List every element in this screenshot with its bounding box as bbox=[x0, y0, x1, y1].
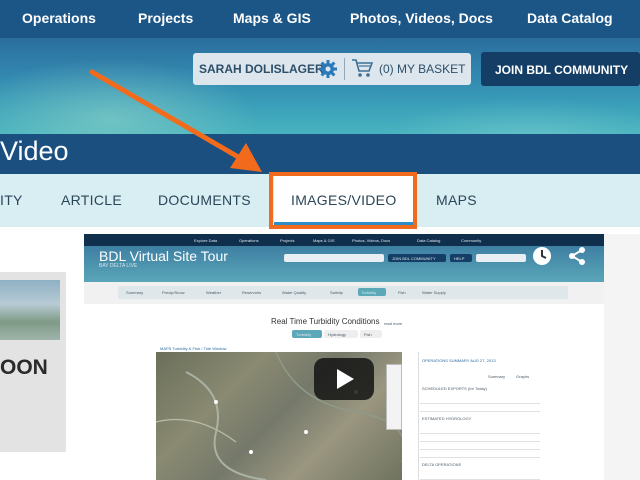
nav-item-photos-videos-docs[interactable]: Photos, Videos, Docs bbox=[350, 10, 493, 26]
tab-documents[interactable]: DOCUMENTS bbox=[158, 192, 251, 208]
video-inner-nav-item: Maps & GIS bbox=[313, 238, 335, 243]
annotation-highlight-box bbox=[269, 172, 417, 229]
video-inner-nav bbox=[84, 234, 604, 246]
play-icon[interactable] bbox=[337, 369, 354, 389]
tab-activity[interactable]: ITY bbox=[0, 192, 23, 208]
video-subtitle: BAY DELTA LIVE bbox=[99, 263, 138, 269]
video-inner-tab: Summary bbox=[126, 290, 144, 295]
video-chart-note: read more bbox=[384, 321, 403, 326]
tab-article[interactable]: ARTICLE bbox=[61, 192, 122, 208]
basket-link[interactable]: (0) MY BASKET bbox=[379, 62, 465, 76]
video-inner-join-label: JOIN BDL COMMUNITY bbox=[392, 256, 436, 261]
video-inner-search bbox=[476, 254, 526, 262]
nav-item-maps-gis[interactable]: Maps & GIS bbox=[233, 10, 311, 26]
video-inner-nav-item: Projects bbox=[280, 238, 295, 243]
video-inner-tab: Weather bbox=[206, 290, 222, 295]
video-inner-nav-item: Explore Data bbox=[194, 238, 218, 243]
page-title: Video bbox=[0, 136, 69, 166]
shopping-cart-icon[interactable] bbox=[351, 58, 373, 78]
video-inner-nav-item: Photos, Videos, Docs bbox=[352, 238, 391, 243]
video-inner-tab: Precip/Snow bbox=[162, 290, 185, 295]
video-subtab: Fish bbox=[364, 332, 372, 337]
video-inner-tab: Turbidity bbox=[361, 290, 377, 295]
share-icon[interactable] bbox=[568, 246, 586, 266]
video-panel-tab: Graphs bbox=[516, 374, 530, 379]
video-inner-help-label: HELP bbox=[454, 256, 465, 261]
hero-glow-secondary bbox=[380, 98, 640, 134]
video-inner-tabs bbox=[118, 286, 568, 299]
video-inner-nav-item: Operations bbox=[239, 238, 259, 243]
video-panel-tab: Summary bbox=[488, 374, 506, 379]
left-card-caption: OON bbox=[0, 356, 48, 379]
nav-item-projects[interactable]: Projects bbox=[138, 10, 193, 26]
nav-item-operations[interactable]: Operations bbox=[22, 10, 96, 26]
clock-icon[interactable] bbox=[532, 246, 552, 266]
video-panel-row bbox=[420, 472, 540, 480]
tab-maps[interactable]: MAPS bbox=[436, 192, 477, 208]
video-chart-title: Real Time Turbidity Conditions bbox=[271, 317, 380, 326]
nav-item-data-catalog[interactable]: Data Catalog bbox=[527, 10, 613, 26]
video-inner-tab: Water Supply bbox=[422, 290, 446, 295]
video-inner-tab: Water Quality bbox=[282, 290, 307, 295]
gear-icon[interactable] bbox=[318, 59, 338, 79]
join-community-label[interactable]: JOIN BDL COMMUNITY bbox=[495, 63, 628, 77]
video-player[interactable]: Explore Data Operations Projects Maps & … bbox=[84, 234, 604, 480]
video-inner-nav-item: Data Catalog bbox=[417, 238, 441, 243]
video-panel-row bbox=[420, 450, 540, 458]
video-panel-section: DELTA OPERATIONS bbox=[422, 462, 462, 467]
video-panel-row bbox=[420, 396, 540, 404]
video-inner-userbar bbox=[284, 254, 384, 262]
video-subtab: Turbidity bbox=[296, 332, 312, 337]
video-inner-tab: Reservoirs bbox=[242, 290, 262, 295]
right-gutter bbox=[604, 234, 640, 480]
video-inner-nav-item: Community bbox=[461, 238, 482, 243]
video-inner-tab: Salinity bbox=[330, 290, 343, 295]
video-panel-row bbox=[420, 426, 540, 434]
left-card-thumbnail bbox=[0, 280, 60, 340]
video-panel-row bbox=[420, 434, 540, 442]
user-name[interactable]: SARAH DOLISLAGER bbox=[199, 62, 324, 76]
video-panel-section: ESTIMATED HYDROLOGY bbox=[422, 416, 472, 421]
video-title: BDL Virtual Site Tour bbox=[99, 248, 228, 264]
video-map-label: MAPS Turbidity & FIsh / Tide Window bbox=[160, 346, 227, 351]
user-bar-divider bbox=[344, 58, 345, 80]
video-inner-tab: Fish bbox=[398, 290, 406, 295]
title-bar bbox=[0, 134, 640, 174]
map-zoom-tools[interactable] bbox=[386, 364, 402, 430]
video-panel-section: SCHEDULED EXPORTS (for Today) bbox=[422, 386, 487, 391]
video-subtab: Hydrology bbox=[328, 332, 347, 337]
video-panel-row bbox=[420, 404, 540, 412]
video-panel-title: OPERATIONS SUMMARY AUG 27, 2013 bbox=[422, 358, 496, 363]
video-panel-row bbox=[420, 442, 540, 450]
top-navigation: Operations Projects Maps & GIS Photos, V… bbox=[0, 0, 640, 38]
